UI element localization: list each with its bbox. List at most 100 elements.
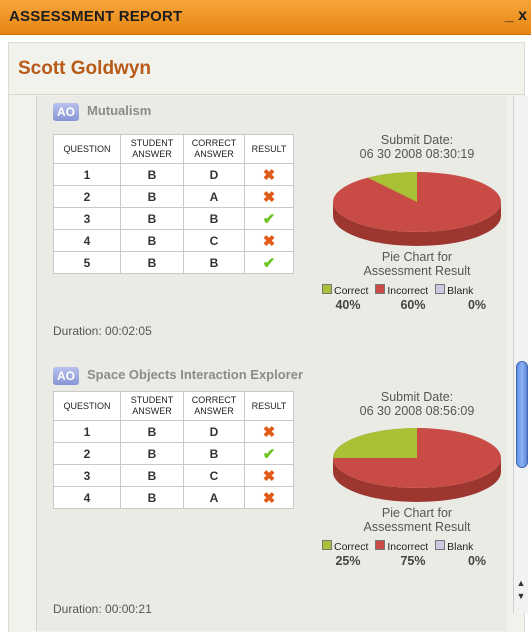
student-answer-cell: B (120, 464, 184, 487)
pct-correct: 25% (335, 554, 361, 568)
summary-panel: Submit Date: 06 30 2008 08:30:19 (327, 133, 507, 161)
student-answer-cell: B (120, 163, 184, 186)
x-mark-icon: ✖ (262, 188, 276, 206)
result-cell: ✔ (244, 251, 294, 274)
scrollbar-thumb[interactable] (516, 361, 528, 468)
pct-incorrect: 75% (400, 554, 426, 568)
correct-answer-cell: D (183, 420, 245, 443)
submit-date-label: Submit Date: (380, 390, 454, 404)
student-answer-cell: B (120, 229, 184, 252)
submit-date-label: Submit Date: (380, 133, 454, 147)
pie-legend: Correct Incorrect Blank (322, 540, 473, 553)
student-answer-cell: B (120, 486, 184, 509)
duration: Duration: 00:02:05 (53, 324, 152, 338)
question-cell: 2 (53, 442, 121, 465)
result-cell: ✖ (244, 464, 294, 487)
x-mark-icon: ✖ (262, 232, 276, 250)
pie-caption-line1: Pie Chart for (381, 250, 453, 264)
question-cell: 4 (53, 486, 121, 509)
result-cell: ✖ (244, 229, 294, 252)
legend-correct: Correct (334, 285, 369, 297)
correct-answer-cell: A (183, 486, 245, 509)
window-title: ASSESSMENT REPORT (9, 8, 183, 25)
table-row: 3 B C ✖ (53, 464, 294, 487)
question-cell: 1 (53, 163, 121, 186)
submit-date: 06 30 2008 08:56:09 (359, 404, 475, 418)
legend-incorrect-swatch (375, 540, 386, 550)
result-cell: ✖ (244, 486, 294, 509)
table-row: 2 B A ✖ (53, 185, 294, 208)
student-answer-cell: B (120, 207, 184, 230)
student-answer-cell: B (120, 251, 184, 274)
legend-blank-swatch (435, 284, 446, 294)
close-icon[interactable]: _ x (505, 7, 527, 25)
ao-badge-icon: AO (53, 103, 79, 121)
table-row: 4 B A ✖ (53, 486, 294, 509)
pie-caption-line1: Pie Chart for (381, 506, 453, 520)
section-title: Space Objects Interaction Explorer (87, 367, 304, 382)
pie-caption: Pie Chart for Assessment Result (327, 506, 507, 534)
question-cell: 4 (53, 229, 121, 252)
legend-incorrect: Incorrect (387, 541, 429, 553)
question-cell: 3 (53, 464, 121, 487)
result-cell: ✖ (244, 420, 294, 443)
table-header-row: QUESTION STUDENT ANSWER CORRECT ANSWER R… (53, 134, 294, 164)
ao-badge-icon: AO (53, 367, 79, 385)
correct-answer-cell: D (183, 163, 245, 186)
results-table: QUESTION STUDENT ANSWER CORRECT ANSWER R… (53, 391, 294, 509)
question-cell: 5 (53, 251, 121, 274)
report-scroll-area[interactable]: AO Mutualism QUESTION STUDENT ANSWER COR… (36, 96, 507, 631)
legend-correct-swatch (322, 284, 332, 294)
col-question: QUESTION (53, 391, 121, 421)
table-row: 1 B D ✖ (53, 420, 294, 443)
question-cell: 3 (53, 207, 121, 230)
pie-slice-correct (333, 428, 417, 458)
pct-blank: 0% (467, 298, 487, 312)
legend-incorrect: Incorrect (387, 285, 429, 297)
assessment-pie-chart (333, 428, 501, 502)
vertical-scrollbar[interactable]: ▲ ▼ (513, 96, 528, 613)
scroll-down-arrow-icon[interactable]: ▼ (514, 590, 528, 602)
x-mark-icon: ✖ (262, 423, 276, 441)
table-row: 5 B B ✔ (53, 251, 294, 274)
table-row: 3 B B ✔ (53, 207, 294, 230)
pie-legend: Correct Incorrect Blank (322, 284, 473, 297)
table-header-row: QUESTION STUDENT ANSWER CORRECT ANSWER R… (53, 391, 294, 421)
results-table: QUESTION STUDENT ANSWER CORRECT ANSWER R… (53, 134, 294, 274)
divider (8, 94, 524, 95)
legend-correct: Correct (334, 541, 369, 553)
student-answer-cell: B (120, 185, 184, 208)
x-mark-icon: ✖ (262, 489, 276, 507)
check-mark-icon: ✔ (262, 254, 276, 272)
col-question: QUESTION (53, 134, 121, 164)
question-cell: 2 (53, 185, 121, 208)
question-cell: 1 (53, 420, 121, 443)
title-bar: ASSESSMENT REPORT _ x (0, 0, 531, 35)
col-student-answer: STUDENT ANSWER (120, 391, 184, 421)
correct-answer-cell: C (183, 229, 245, 252)
student-name: Scott Goldwyn (18, 58, 151, 79)
scroll-up-arrow-icon[interactable]: ▲ (514, 577, 528, 589)
pie-caption: Pie Chart for Assessment Result (327, 250, 507, 278)
pie-caption-line2: Assessment Result (363, 264, 471, 278)
correct-answer-cell: C (183, 464, 245, 487)
result-cell: ✖ (244, 185, 294, 208)
result-cell: ✔ (244, 207, 294, 230)
x-mark-icon: ✖ (262, 166, 276, 184)
correct-answer-cell: A (183, 185, 245, 208)
x-mark-icon: ✖ (262, 467, 276, 485)
col-student-answer: STUDENT ANSWER (120, 134, 184, 164)
legend-incorrect-swatch (375, 284, 386, 294)
pct-incorrect: 60% (400, 298, 426, 312)
result-cell: ✖ (244, 163, 294, 186)
correct-answer-cell: B (183, 442, 245, 465)
duration: Duration: 00:00:21 (53, 602, 152, 616)
assessment-pie-chart (333, 172, 501, 246)
pie-caption-line2: Assessment Result (363, 520, 471, 534)
table-row: 2 B B ✔ (53, 442, 294, 465)
legend-correct-swatch (322, 540, 332, 550)
correct-answer-cell: B (183, 251, 245, 274)
student-answer-cell: B (120, 420, 184, 443)
col-result: RESULT (244, 134, 294, 164)
legend-blank-swatch (435, 540, 446, 550)
